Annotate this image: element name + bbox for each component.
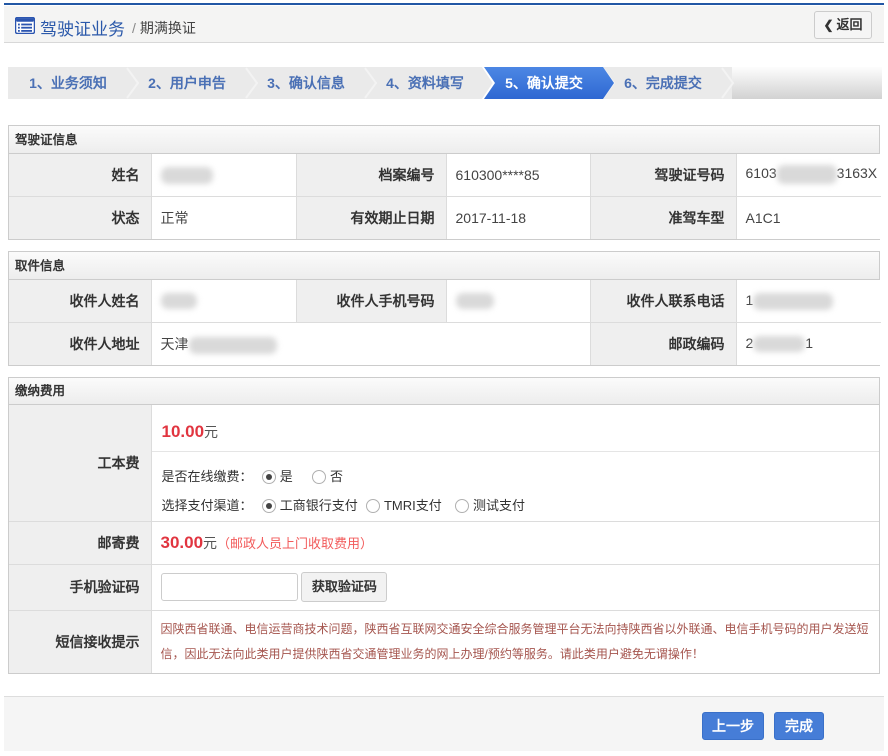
svg-text:4、资料填写: 4、资料填写: [386, 75, 464, 91]
svg-text:5、确认提交: 5、确认提交: [505, 75, 583, 91]
svg-text:6、完成提交: 6、完成提交: [624, 75, 702, 91]
svg-text:2、用户申告: 2、用户申告: [148, 75, 226, 91]
svg-text:1、业务须知: 1、业务须知: [29, 75, 107, 91]
svg-text:3、确认信息: 3、确认信息: [267, 75, 345, 91]
